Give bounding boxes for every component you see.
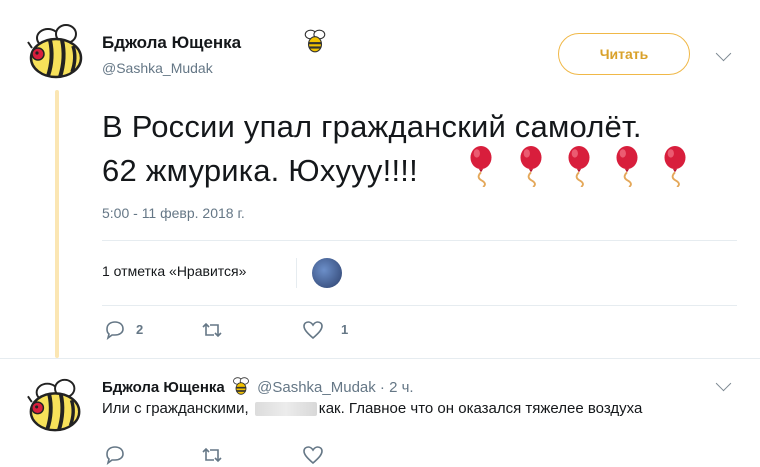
tweet-text: В России упал гражданский самолёт. 62 жм… (102, 105, 642, 193)
heart-icon[interactable] (302, 320, 324, 340)
blurred-redaction (254, 402, 317, 417)
reply-text-before: Или с гражданскими, (102, 400, 249, 417)
tweet-text-line1: В России упал гражданский самолёт. (102, 109, 642, 144)
reply-text-after: как. Главное что он оказался тяжелее воз… (318, 400, 643, 417)
reply-icon[interactable] (104, 445, 126, 465)
chevron-down-icon[interactable] (715, 375, 732, 392)
thread-connector (55, 90, 59, 358)
reply-author-handle[interactable]: @Sashka_Mudak (257, 379, 376, 396)
balloon-icon (566, 145, 592, 187)
heart-icon[interactable] (302, 445, 324, 465)
author-name[interactable]: Бджола Ющенка (102, 33, 241, 53)
chevron-down-icon[interactable] (715, 45, 732, 62)
retweet-icon[interactable] (200, 445, 224, 465)
divider (102, 240, 737, 241)
reply-time[interactable]: · 2 ч. (380, 379, 414, 396)
likes-summary[interactable]: 1 отметка «Нравится» (102, 263, 246, 279)
like-count: 1 (341, 322, 349, 337)
reply-text: Или с гражданскими, как. Главное что он … (102, 400, 642, 417)
divider (0, 358, 760, 359)
retweet-icon[interactable] (200, 320, 224, 340)
author-handle[interactable]: @Sashka_Mudak (102, 60, 213, 76)
reply-icon[interactable] (104, 320, 126, 340)
reply-count: 2 (136, 322, 144, 337)
balloon-icon (614, 145, 640, 187)
divider (102, 305, 737, 306)
divider (296, 258, 297, 288)
reply-header: Бджола Ющенка @Sashka_Mudak · 2 ч. (102, 376, 414, 396)
bee-icon (302, 28, 328, 54)
tweet-text-line2: 62 жмурика. Юхууу!!!! (102, 153, 418, 188)
author-avatar[interactable] (26, 20, 88, 82)
bee-icon (231, 376, 251, 396)
tweet-timestamp[interactable]: 5:00 - 11 февр. 2018 г. (102, 205, 245, 221)
reply-author-avatar[interactable] (26, 375, 86, 435)
balloon-icon (468, 145, 494, 187)
liker-avatar[interactable] (312, 258, 342, 288)
balloon-icon (662, 145, 688, 187)
reply-author-name[interactable]: Бджола Ющенка (102, 379, 225, 396)
follow-button[interactable]: Читать (558, 33, 690, 75)
balloon-icon (518, 145, 544, 187)
